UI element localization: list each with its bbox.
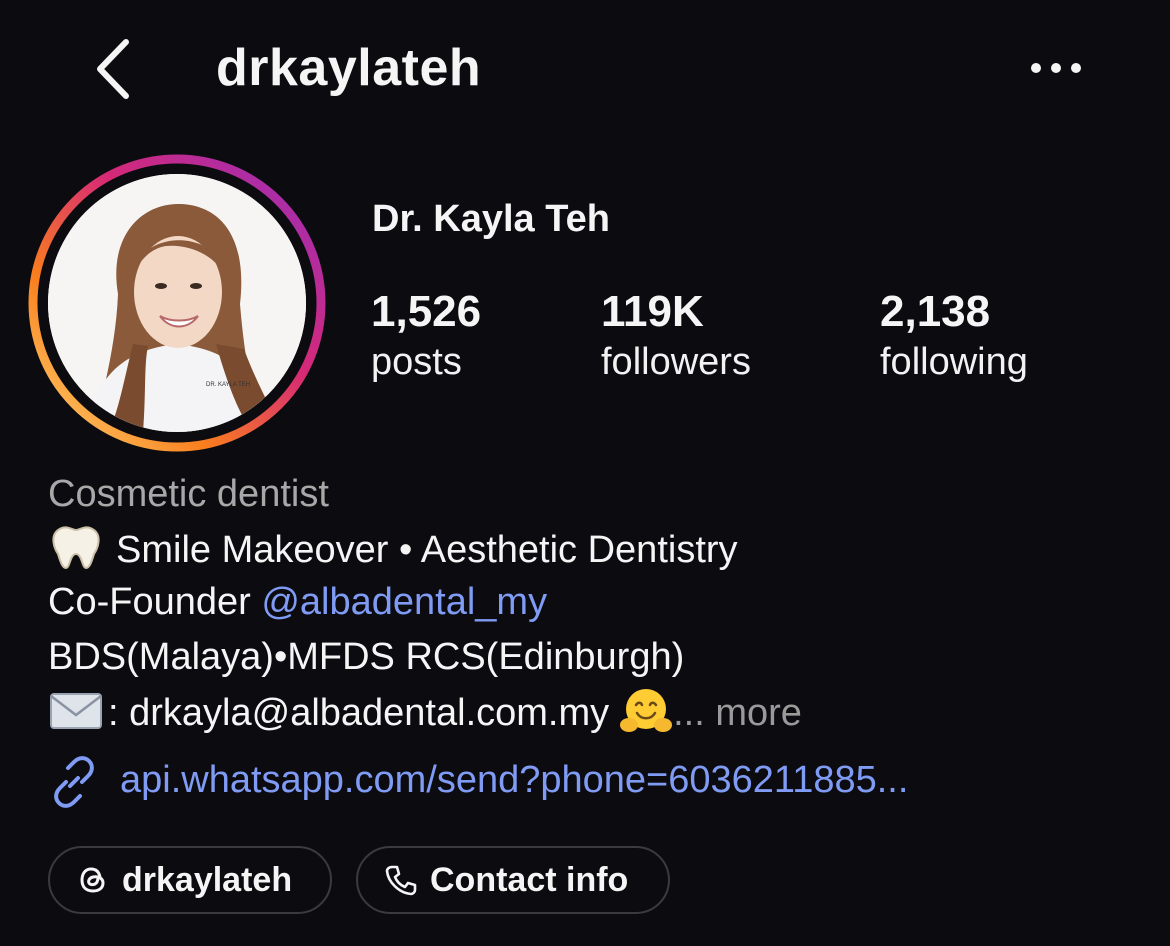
bio-line-3: BDS(Malaya)•MFDS RCS(Edinburgh) <box>48 636 685 678</box>
more-options-button[interactable] <box>1028 58 1084 78</box>
threads-profile-button[interactable]: drkaylateh <box>48 846 332 914</box>
bio-link-text[interactable]: api.whatsapp.com/send?phone=6036211885..… <box>120 756 908 804</box>
hugging-face-icon <box>620 689 673 732</box>
avatar-photo: DR. KAYLA TEH <box>48 174 306 432</box>
mention-link[interactable]: @albadental_my <box>261 581 547 623</box>
following-count: 2,138 <box>880 287 991 336</box>
contact-info-button[interactable]: Contact info <box>356 846 670 914</box>
display-name: Dr. Kayla Teh <box>372 198 610 240</box>
more-horizontal-icon <box>1031 63 1081 73</box>
posts-label: posts <box>371 341 462 383</box>
tooth-icon <box>52 526 100 570</box>
top-bar: drkaylateh <box>0 0 1170 140</box>
profile-avatar[interactable]: DR. KAYLA TEH <box>28 154 326 452</box>
following-label: following <box>880 341 1028 383</box>
threads-icon <box>80 867 105 893</box>
envelope-icon <box>50 693 102 729</box>
bio-line-2-prefix: Co-Founder <box>48 581 262 623</box>
back-button[interactable] <box>88 36 138 102</box>
bio-line-4: : drkayla@albadental.com.my <box>108 692 610 734</box>
link-icon <box>54 756 94 808</box>
contact-info-label: Contact info <box>430 860 629 899</box>
followers-count: 119K <box>601 287 704 336</box>
following-stat[interactable]: 2,138 following <box>880 286 1028 386</box>
chevron-left-icon <box>97 39 129 99</box>
bio-line: : drkayla@albadental.com.my ... more <box>48 687 802 737</box>
bio-line: Smile Makeover • Aesthetic Dentistry <box>48 524 738 574</box>
profile-username-title: drkaylateh <box>216 39 482 97</box>
profile-category: Cosmetic dentist <box>48 473 329 515</box>
bio-line: Co-Founder @albadental_my <box>48 578 547 626</box>
followers-label: followers <box>601 341 751 383</box>
threads-button-label: drkaylateh <box>122 860 293 899</box>
followers-stat[interactable]: 119K followers <box>601 286 751 386</box>
avatar-shirt-text: DR. KAYLA TEH <box>206 382 250 388</box>
bio-more-link[interactable]: ... more <box>673 692 802 734</box>
phone-icon <box>385 865 417 896</box>
bio-line-1: Smile Makeover • Aesthetic Dentistry <box>116 529 738 571</box>
posts-count: 1,526 <box>371 287 482 336</box>
posts-stat[interactable]: 1,526 posts <box>371 286 481 386</box>
